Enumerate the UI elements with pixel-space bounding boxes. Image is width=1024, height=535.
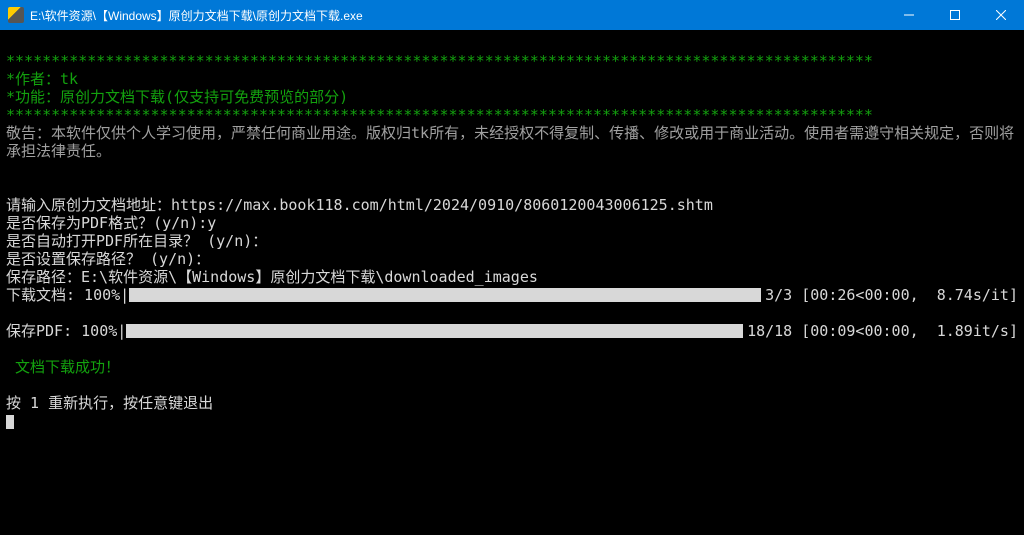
- maximize-button[interactable]: [932, 0, 978, 30]
- download-stats: 3/3 [00:26<00:00, 8.74s/it]: [765, 286, 1018, 304]
- download-bar: [129, 288, 761, 302]
- titlebar[interactable]: E:\软件资源\【Windows】原创力文档下载\原创力文档下载.exe: [0, 0, 1024, 30]
- path-line: 保存路径：E:\软件资源\【Windows】原创力文档下载\downloaded…: [6, 268, 538, 286]
- divider-line: ****************************************…: [6, 106, 873, 124]
- savepdf-bar: [126, 324, 743, 338]
- savepdf-label: 保存PDF: 100%|: [6, 322, 126, 340]
- window-title: E:\软件资源\【Windows】原创力文档下载\原创力文档下载.exe: [30, 7, 886, 24]
- savepdf-progress: 保存PDF: 100%| 18/18 [00:09<00:00, 1.89it/s…: [6, 322, 1018, 340]
- exit-prompt: 按 1 重新执行，按任意键退出: [6, 394, 213, 412]
- setpath-prompt: 是否设置保存路径？ (y/n)：: [6, 250, 210, 268]
- divider-line: ****************************************…: [6, 52, 873, 70]
- window-controls: [886, 0, 1024, 30]
- success-line: 文档下载成功！: [6, 358, 120, 376]
- download-progress: 下载文档: 100%| 3/3 [00:26<00:00, 8.74s/it]: [6, 286, 1018, 304]
- console-output[interactable]: ****************************************…: [0, 30, 1024, 535]
- console-window: E:\软件资源\【Windows】原创力文档下载\原创力文档下载.exe ***…: [0, 0, 1024, 535]
- author-line: *作者：tk: [6, 70, 78, 88]
- autoopen-prompt: 是否自动打开PDF所在目录？ (y/n)：: [6, 232, 267, 250]
- cursor: [6, 415, 14, 429]
- savepdf-prompt: 是否保存为PDF格式？(y/n):y: [6, 214, 216, 232]
- function-line: *功能：原创力文档下载(仅支持可免费预览的部分): [6, 88, 348, 106]
- close-button[interactable]: [978, 0, 1024, 30]
- app-icon: [8, 7, 24, 23]
- savepdf-stats: 18/18 [00:09<00:00, 1.89it/s]: [747, 322, 1018, 340]
- warning-text: 敬告：本软件仅供个人学习使用，严禁任何商业用途。版权归tk所有，未经授权不得复制…: [6, 124, 1018, 160]
- download-label: 下载文档: 100%|: [6, 286, 129, 304]
- url-prompt: 请输入原创力文档地址：https://max.book118.com/html/…: [6, 196, 713, 214]
- minimize-button[interactable]: [886, 0, 932, 30]
